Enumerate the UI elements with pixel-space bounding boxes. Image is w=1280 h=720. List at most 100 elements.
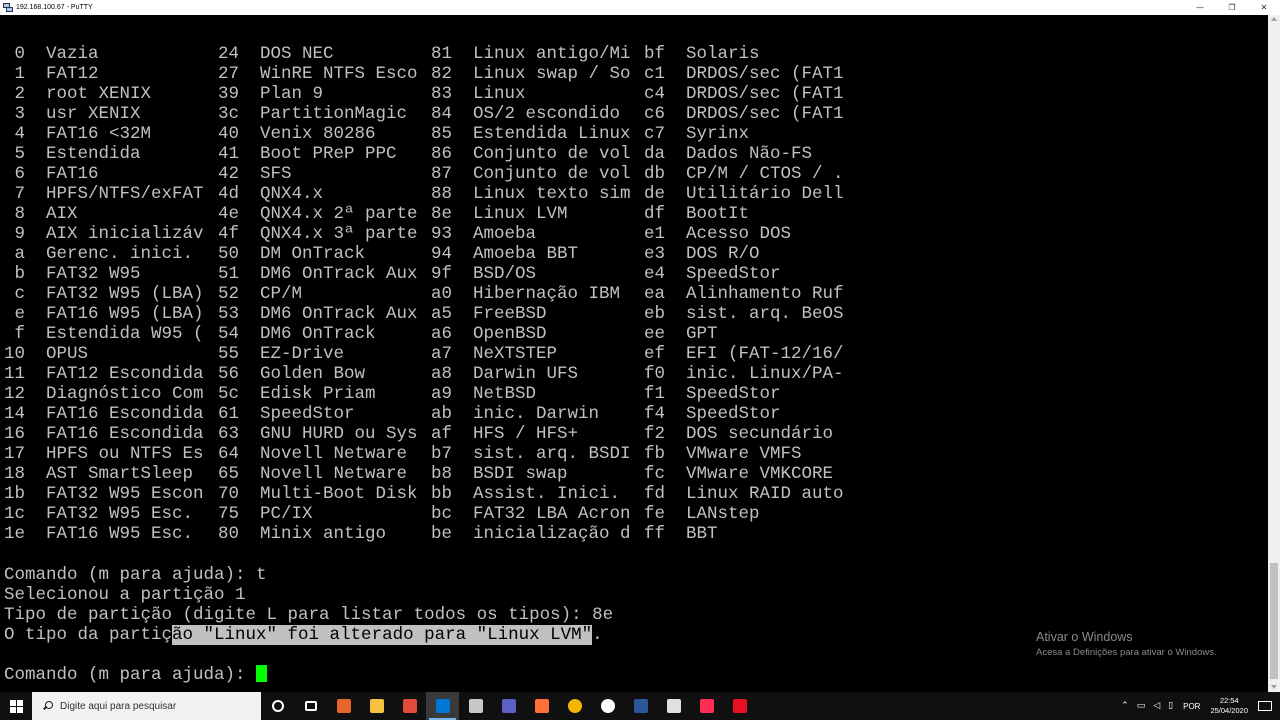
taskbar-app-button[interactable] [591,692,624,720]
partition-entry: 1 FAT12 [4,64,99,84]
taskbar-app-button[interactable] [360,692,393,720]
terminal[interactable]: 0 Vazia 24 DOS NEC 81 Linux antigo/Mi bf So… [0,15,1268,692]
task-view-button[interactable] [294,692,327,720]
partition-entry: b7 sist. arq. BSDI [431,444,631,464]
app-icon [534,699,549,713]
partition-entry: da Dados Não-FS [644,144,813,164]
partition-entry: 3c PartitionMagic [218,104,408,124]
notifications-icon[interactable] [1258,701,1272,711]
partition-entry: 1c FAT32 W95 Esc. [4,504,194,524]
taskbar-app-button[interactable] [690,692,723,720]
clock[interactable]: 22:54 25/04/2020 [1210,696,1248,716]
window-controls: — ❐ ✕ [1184,0,1280,15]
partition-entry: be inicialização d [431,524,631,544]
partition-entry: 27 WinRE NTFS Esco [218,64,418,84]
partition-entry: a6 OpenBSD [431,324,547,344]
partition-entry: fd Linux RAID auto [644,484,844,504]
scroll-up-arrow-icon[interactable] [1271,17,1277,21]
taskbar-app-button[interactable] [558,692,591,720]
partition-entry: c1 DRDOS/sec (FAT1 [644,64,844,84]
partition-entry: eb sist. arq. BeOS [644,304,844,324]
partition-entry: bc FAT32 LBA Acron [431,504,631,524]
partition-entry: 85 Estendida Linux [431,124,631,144]
partition-entry: a0 Hibernação IBM [431,284,621,304]
partition-entry: 12 Diagnóstico Com [4,384,204,404]
taskbar-app-button[interactable] [657,692,690,720]
partition-entry: 0 Vazia [4,44,99,64]
selected-text[interactable]: ão "Linux" foi alterado para "Linux LVM" [172,625,593,645]
partition-entry: 2 root XENIX [4,84,152,104]
app-icon [600,699,615,713]
minimize-button[interactable]: — [1184,0,1216,15]
partition-entry: 3 usr XENIX [4,104,141,124]
putty-icon [3,2,13,13]
partition-entry: 94 Amoeba BBT [431,244,579,264]
taskbar-app-button[interactable] [525,692,558,720]
volume-icon[interactable]: ◁ [1153,701,1160,711]
partition-entry: ff BBT [644,524,718,544]
taskbar-app-button[interactable] [723,692,756,720]
scroll-down-arrow-icon[interactable] [1271,685,1277,689]
watermark-title: Ativar o Windows [1036,630,1133,644]
console-text: . [592,625,603,645]
partition-entry: 63 GNU HURD ou Sys [218,424,418,444]
taskbar-app-button[interactable] [327,692,360,720]
partition-entry: 54 DM6 OnTrack [218,324,376,344]
taskbar-app-button[interactable] [393,692,426,720]
partition-entry: 18 AST SmartSleep [4,464,194,484]
partition-entry: 24 DOS NEC [218,44,334,64]
partition-entry: ef EFI (FAT-12/16/ [644,344,844,364]
windows-logo-icon [9,699,23,713]
partition-entry: 9 AIX inicializáv [4,224,204,244]
tray-expand-icon[interactable]: ⌃ [1121,701,1129,711]
taskbar-app-button[interactable] [492,692,525,720]
partition-entry: 11 FAT12 Escondida [4,364,204,384]
console-line: Tipo de partição (digite L para listar t… [4,605,614,625]
partition-entry: f0 inic. Linux/PA- [644,364,844,384]
partition-entry: 84 OS/2 escondido [431,104,621,124]
watermark-subtitle: Acesa a Definições para ativar o Windows… [1036,647,1217,658]
language-indicator[interactable]: POR [1183,702,1200,711]
partition-entry: ea Alinhamento Ruf [644,284,844,304]
partition-entry: c6 DRDOS/sec (FAT1 [644,104,844,124]
partition-entry: a8 Darwin UFS [431,364,579,384]
partition-entry: de Utilitário Dell [644,184,844,204]
app-icon [369,699,384,713]
action-icon[interactable]: ▯ [1168,701,1173,711]
partition-entry: 52 CP/M [218,284,303,304]
taskbar-app-button[interactable] [624,692,657,720]
partition-entry: ee GPT [644,324,718,344]
cortana-button[interactable] [261,692,294,720]
partition-entry: 83 Linux [431,84,526,104]
text-cursor [256,665,268,682]
scrollbar-thumb[interactable] [1270,563,1278,679]
partition-entry: 4 FAT16 <32M [4,124,152,144]
partition-entry: bf Solaris [644,44,760,64]
partition-entry: 41 Boot PReP PPC [218,144,397,164]
activation-watermark: Ativar o Windows Acesa a Definições para… [1036,630,1217,658]
taskbar-app-button[interactable] [459,692,492,720]
partition-entry: 39 Plan 9 [218,84,324,104]
terminal-scrollbar[interactable] [1268,15,1280,692]
partition-entry: f2 DOS secundário [644,424,834,444]
taskbar-app-button[interactable] [426,692,459,720]
partition-entry: 14 FAT16 Escondida [4,404,204,424]
partition-entry: 61 SpeedStor [218,404,355,424]
partition-entry: 8 AIX [4,204,78,224]
partition-entry: 50 DM OnTrack [218,244,366,264]
partition-entry: 1e FAT16 W95 Esc. [4,524,194,544]
maximize-button[interactable]: ❐ [1216,0,1248,15]
taskbar-search[interactable]: Digite aqui para pesquisar [32,692,261,720]
partition-entry: 75 PC/IX [218,504,313,524]
app-icon [402,699,417,713]
start-button[interactable] [0,692,32,720]
partition-entry: 88 Linux texto sim [431,184,631,204]
partition-entry: bb Assist. Inici. [431,484,621,504]
partition-entry: c4 DRDOS/sec (FAT1 [644,84,844,104]
cortana-circle-icon [271,700,284,712]
close-button[interactable]: ✕ [1248,0,1280,15]
partition-entry: a7 NeXTSTEP [431,344,558,364]
app-icon [732,699,747,713]
network-icon[interactable]: ▭ [1137,701,1146,711]
command-prompt[interactable]: Comando (m para ajuda): [4,665,268,685]
